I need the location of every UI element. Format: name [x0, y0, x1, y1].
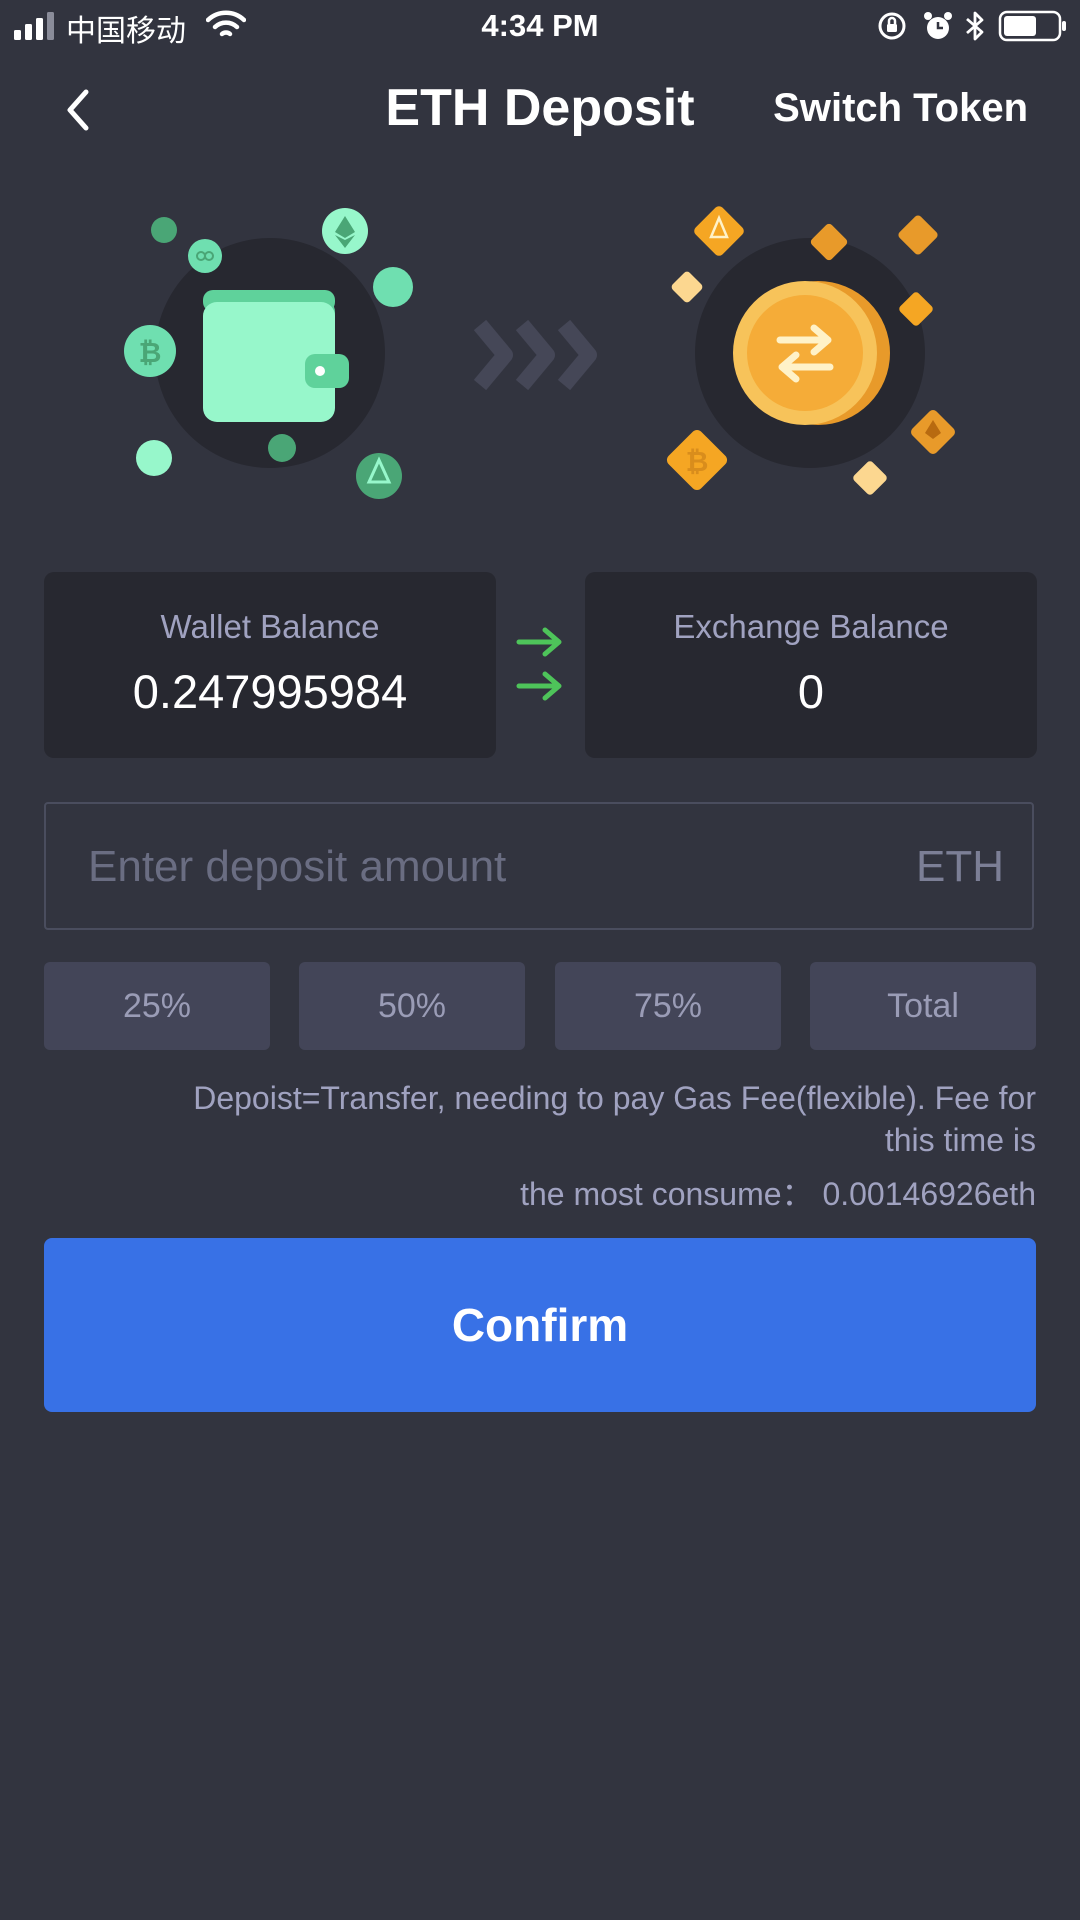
- total-button[interactable]: Total: [810, 962, 1036, 1050]
- deposit-illustration: ₿ ₿: [124, 206, 955, 499]
- confirm-button[interactable]: Confirm: [44, 1238, 1036, 1412]
- status-bar: 中国移动 4:34 PM: [0, 0, 1080, 54]
- svg-text:₿: ₿: [686, 446, 709, 477]
- battery-icon: [998, 10, 1066, 42]
- deposit-amount-input[interactable]: [86, 804, 850, 930]
- deposit-amount-field: ETH: [44, 802, 1034, 930]
- wallet-illustration: ₿: [124, 208, 413, 499]
- percent-50-button[interactable]: 50%: [299, 962, 525, 1050]
- deposit-unit-label: ETH: [916, 842, 1004, 891]
- fee-notice-line1: Depoist=Transfer, needing to pay Gas Fee…: [193, 1080, 1036, 1116]
- exchange-balance-value: 0: [797, 665, 825, 718]
- percent-25-button[interactable]: 25%: [44, 962, 270, 1050]
- fee-notice-line2: this time is: [884, 1122, 1036, 1158]
- percent-75-button[interactable]: 75%: [555, 962, 781, 1050]
- exchange-balance-card: Exchange Balance 0: [585, 572, 1037, 758]
- exchange-balance-label: Exchange Balance: [673, 608, 949, 645]
- transfer-arrow-icon: [516, 627, 562, 701]
- clock-time: 4:34 PM: [481, 8, 599, 43]
- bluetooth-icon: [966, 11, 984, 41]
- wallet-balance-card: Wallet Balance 0.247995984: [44, 572, 496, 758]
- wallet-balance-label: Wallet Balance: [160, 608, 380, 645]
- alarm-icon: [924, 12, 952, 39]
- switch-token-button[interactable]: Switch Token: [773, 86, 1028, 131]
- chevron-arrows: [473, 319, 597, 391]
- exchange-illustration: ₿: [666, 206, 955, 495]
- rotation-lock-icon: [878, 12, 906, 40]
- fee-notice-line3: the most consume： 0.00146926eth: [520, 1176, 1036, 1212]
- svg-text:₿: ₿: [139, 337, 162, 368]
- wallet-balance-value: 0.247995984: [132, 665, 408, 718]
